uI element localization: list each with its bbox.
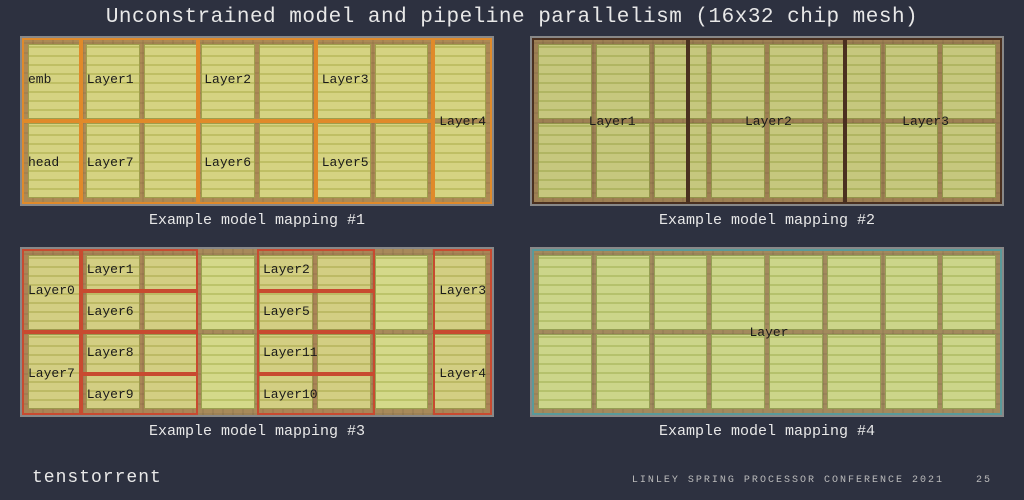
diagram-grid: embLayer1Layer2Layer3Layer4headLayer7Lay… (20, 36, 1004, 440)
chip (769, 334, 823, 409)
chip (769, 255, 823, 330)
chip (375, 255, 429, 330)
chip (885, 123, 939, 198)
chip (596, 123, 650, 198)
chip (596, 334, 650, 409)
example-mapping-2: Layer1Layer2Layer3 Example model mapping … (530, 36, 1004, 229)
chip (201, 44, 255, 119)
chip (375, 44, 429, 119)
chip (538, 334, 592, 409)
chip (317, 44, 371, 119)
chip (317, 123, 371, 198)
chip (538, 123, 592, 198)
panel-caption: Example model mapping #1 (20, 212, 494, 229)
chip (317, 255, 371, 330)
chip (432, 334, 486, 409)
panel-caption: Example model mapping #2 (530, 212, 1004, 229)
chip (432, 44, 486, 119)
chip-mesh: Layer0Layer1Layer6Layer2Layer5Layer3Laye… (20, 247, 494, 417)
chip (317, 334, 371, 409)
chip (942, 334, 996, 409)
chip (654, 44, 708, 119)
chip (885, 255, 939, 330)
chip (885, 334, 939, 409)
chip (28, 123, 82, 198)
chip-mesh: Layer1Layer2Layer3 (530, 36, 1004, 206)
chip (86, 44, 140, 119)
chip (769, 44, 823, 119)
panel-caption: Example model mapping #3 (20, 423, 494, 440)
chip (538, 255, 592, 330)
chip (86, 334, 140, 409)
chip (654, 123, 708, 198)
chip (654, 255, 708, 330)
chip (144, 44, 198, 119)
chip (28, 334, 82, 409)
chip (538, 44, 592, 119)
chip (711, 334, 765, 409)
chip (259, 255, 313, 330)
chip (201, 123, 255, 198)
logo-text: tenstorrent (32, 468, 162, 488)
chip (827, 334, 881, 409)
example-mapping-4: Layer Example model mapping #4 (530, 247, 1004, 440)
chip (654, 334, 708, 409)
chip (885, 44, 939, 119)
chip-mesh: Layer (530, 247, 1004, 417)
chip (942, 44, 996, 119)
slide-title: Unconstrained model and pipeline paralle… (0, 0, 1024, 29)
chip (827, 123, 881, 198)
chip (432, 123, 486, 198)
chip (144, 255, 198, 330)
chip (711, 255, 765, 330)
chip (769, 123, 823, 198)
chip (144, 123, 198, 198)
example-mapping-3: Layer0Layer1Layer6Layer2Layer5Layer3Laye… (20, 247, 494, 440)
chip (259, 334, 313, 409)
chip (596, 44, 650, 119)
chip (375, 334, 429, 409)
chip (827, 255, 881, 330)
chip-mesh: embLayer1Layer2Layer3Layer4headLayer7Lay… (20, 36, 494, 206)
chip (711, 123, 765, 198)
chip (375, 123, 429, 198)
chip (596, 255, 650, 330)
chip (711, 44, 765, 119)
conference-footer: LINLEY SPRING PROCESSOR CONFERENCE 2021 … (632, 475, 992, 486)
chip (942, 123, 996, 198)
panel-caption: Example model mapping #4 (530, 423, 1004, 440)
chip (201, 334, 255, 409)
chip (86, 123, 140, 198)
chip (942, 255, 996, 330)
chip (201, 255, 255, 330)
chip (144, 334, 198, 409)
chip (28, 255, 82, 330)
chip (28, 44, 82, 119)
chip (259, 123, 313, 198)
chip (432, 255, 486, 330)
chip (259, 44, 313, 119)
example-mapping-1: embLayer1Layer2Layer3Layer4headLayer7Lay… (20, 36, 494, 229)
chip (827, 44, 881, 119)
chip (86, 255, 140, 330)
